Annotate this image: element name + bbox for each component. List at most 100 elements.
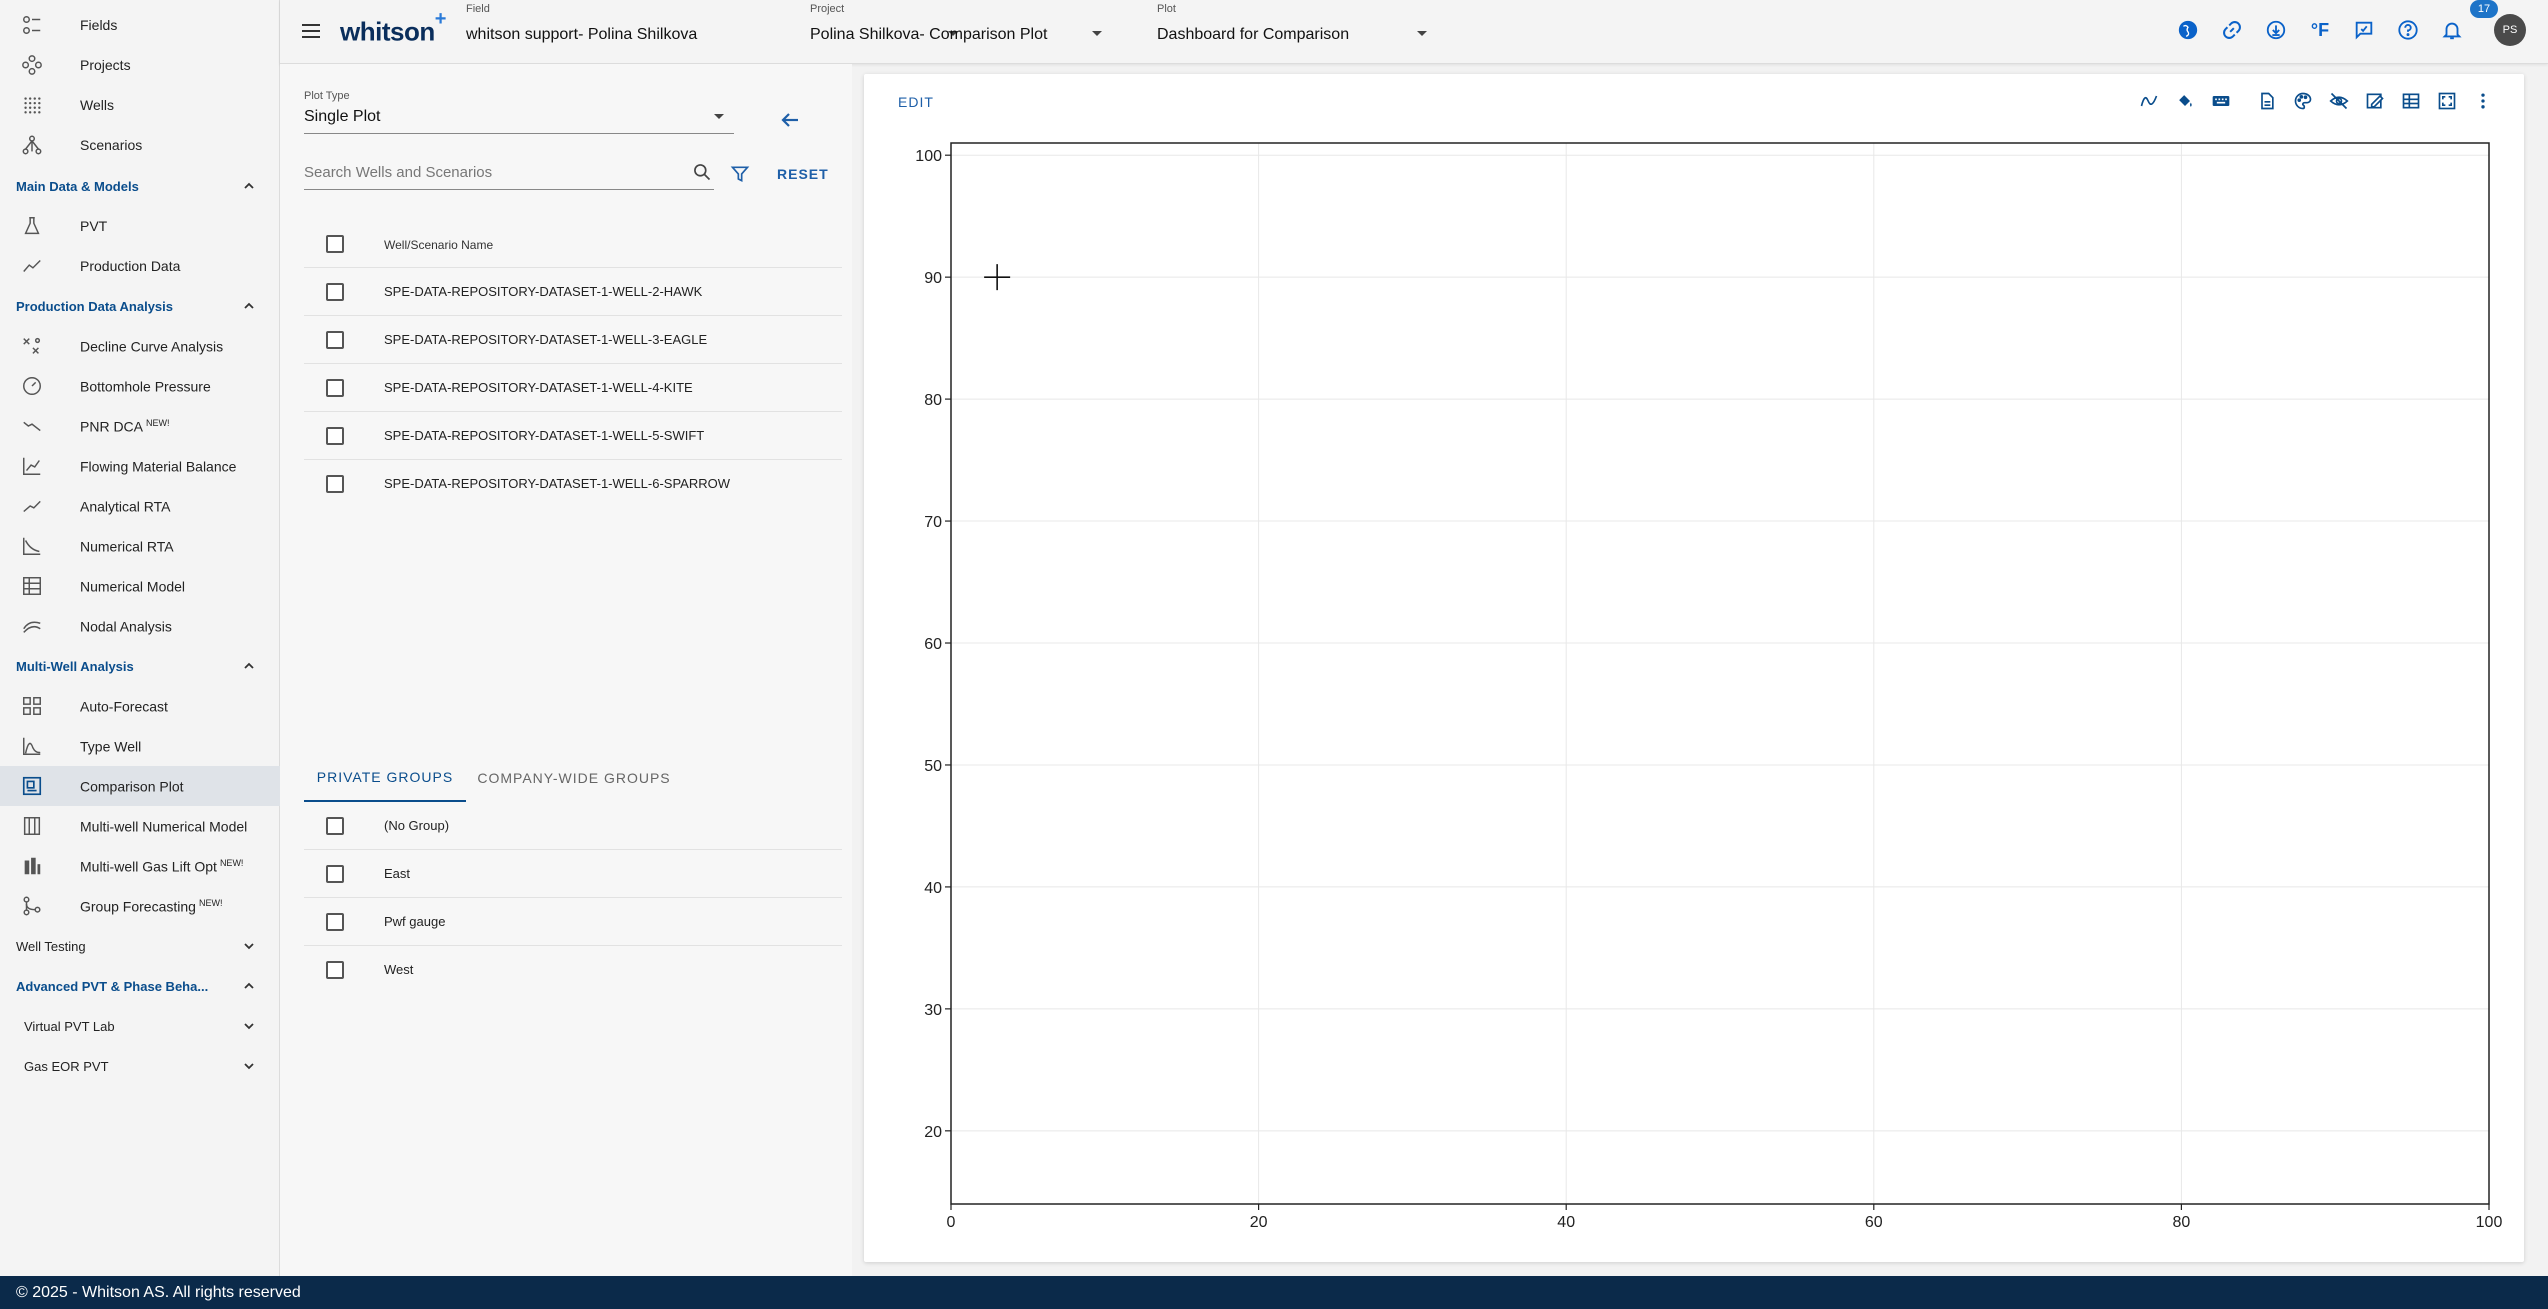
- hide-icon[interactable]: [2326, 88, 2352, 114]
- sidebar-item-analytical-rta[interactable]: Analytical RTA: [0, 486, 280, 526]
- sidebar-item-bottomhole-pressure[interactable]: Bottomhole Pressure: [0, 366, 280, 406]
- sidebar-item-multiwell-gas-lift-opt[interactable]: Multi-well Gas Lift Opt NEW!: [0, 846, 280, 886]
- sidebar-item-pvt[interactable]: PVT: [0, 206, 280, 246]
- tab-private-groups[interactable]: PRIVATE GROUPS: [304, 754, 466, 802]
- sidebar-item-gas-eor-pvt[interactable]: Gas EOR PVT: [0, 1048, 280, 1084]
- group-checkbox[interactable]: [326, 961, 344, 979]
- sidebar-item-nodal-analysis[interactable]: Nodal Analysis: [0, 606, 280, 646]
- sidebar-item-fields[interactable]: Fields: [0, 5, 280, 45]
- y-tick-label: 70: [924, 514, 942, 531]
- keyboard-icon[interactable]: [2208, 88, 2234, 114]
- feedback-icon[interactable]: [2350, 16, 2378, 44]
- more-vert-icon[interactable]: [2470, 88, 2496, 114]
- row-checkbox[interactable]: [326, 331, 344, 349]
- plot-value: Dashboard for Comparison: [1157, 26, 1350, 43]
- table-row[interactable]: SPE-DATA-REPOSITORY-DATASET-1-WELL-2-HAW…: [304, 268, 842, 316]
- palette-icon[interactable]: [2290, 88, 2316, 114]
- plot-caption: Plot: [1157, 3, 1176, 15]
- group-name: Pwf gauge: [384, 914, 446, 929]
- table-row[interactable]: SPE-DATA-REPOSITORY-DATASET-1-WELL-6-SPA…: [304, 460, 842, 508]
- plot-select[interactable]: Plot Dashboard for Comparison: [1157, 0, 1437, 64]
- sidebar-item-flowing-material-balance[interactable]: Flowing Material Balance: [0, 446, 280, 486]
- flask-icon: [20, 214, 44, 238]
- table-row[interactable]: SPE-DATA-REPOSITORY-DATASET-1-WELL-5-SWI…: [304, 412, 842, 460]
- document-icon[interactable]: [2254, 88, 2280, 114]
- sidebar-item-projects[interactable]: Projects: [0, 45, 280, 85]
- annotate-icon[interactable]: [2362, 88, 2388, 114]
- fill-icon[interactable]: [2172, 88, 2198, 114]
- sidebar-item-wells[interactable]: Wells: [0, 85, 280, 125]
- gauge-icon: [20, 374, 44, 398]
- well-name: SPE-DATA-REPOSITORY-DATASET-1-WELL-6-SPA…: [384, 476, 731, 491]
- group-row[interactable]: West: [304, 946, 842, 994]
- row-checkbox[interactable]: [326, 283, 344, 301]
- arrow-left-icon[interactable]: [778, 108, 802, 132]
- line-chart-icon: [20, 254, 44, 278]
- group-name: West: [384, 962, 414, 977]
- section-main-data[interactable]: Main Data & Models: [0, 168, 280, 204]
- sidebar-item-numerical-rta[interactable]: Numerical RTA: [0, 526, 280, 566]
- sidebar-item-decline-curve-analysis[interactable]: Decline Curve Analysis: [0, 326, 280, 366]
- section-label: Advanced PVT & Phase Beha...: [16, 978, 209, 994]
- section-multi-well-analysis[interactable]: Multi-Well Analysis: [0, 648, 280, 684]
- y-tick-label: 80: [924, 392, 942, 409]
- search-input[interactable]: [304, 156, 674, 188]
- hamburger-menu-icon[interactable]: [300, 20, 322, 42]
- globe-icon[interactable]: [2174, 16, 2202, 44]
- group-checkbox[interactable]: [326, 865, 344, 883]
- tab-company-wide-groups[interactable]: COMPANY-WIDE GROUPS: [474, 754, 674, 802]
- fit-icon[interactable]: [2434, 88, 2460, 114]
- sidebar-item-virtual-pvt-lab[interactable]: Virtual PVT Lab: [0, 1008, 280, 1044]
- group-row[interactable]: Pwf gauge: [304, 898, 842, 946]
- sidebar-item-group-forecasting[interactable]: Group Forecasting NEW!: [0, 886, 280, 926]
- sidebar-item-label: Fields: [80, 17, 118, 33]
- filter-icon[interactable]: [730, 164, 750, 184]
- section-production-data-analysis[interactable]: Production Data Analysis: [0, 288, 280, 324]
- section-advanced-pvt[interactable]: Advanced PVT & Phase Beha...: [0, 968, 280, 1004]
- sidebar-item-production-data[interactable]: Production Data: [0, 246, 280, 286]
- plot-type-select[interactable]: Plot Type Single Plot: [304, 90, 734, 134]
- reset-button[interactable]: RESET: [777, 166, 829, 182]
- whitson-logo[interactable]: whitson+: [340, 8, 446, 48]
- group-row[interactable]: East: [304, 850, 842, 898]
- comparison-plot[interactable]: 0 20 40 60 80 100 20 30 40 50 60 70 80 90 100: [864, 74, 2524, 1262]
- sidebar-item-type-well[interactable]: Type Well: [0, 726, 280, 766]
- group-forecast-icon: [20, 894, 44, 918]
- chevron-up-icon: [244, 982, 254, 989]
- table-row[interactable]: SPE-DATA-REPOSITORY-DATASET-1-WELL-4-KIT…: [304, 364, 842, 412]
- select-all-checkbox[interactable]: [326, 235, 344, 253]
- bell-icon[interactable]: [2438, 16, 2466, 44]
- fahrenheit-icon[interactable]: °F: [2306, 16, 2334, 44]
- help-icon[interactable]: [2394, 16, 2422, 44]
- row-checkbox[interactable]: [326, 475, 344, 493]
- user-avatar[interactable]: PS: [2494, 14, 2526, 46]
- project-select[interactable]: Project Polina Shilkova- Comparison Plot: [810, 0, 1110, 64]
- edit-button[interactable]: EDIT: [898, 94, 934, 110]
- link-icon[interactable]: [2218, 16, 2246, 44]
- group-checkbox[interactable]: [326, 913, 344, 931]
- sidebar-item-numerical-model[interactable]: Numerical Model: [0, 566, 280, 606]
- sidebar-item-pnr-dca[interactable]: PNR DCA NEW!: [0, 406, 280, 446]
- group-row[interactable]: (No Group): [304, 802, 842, 850]
- section-well-testing[interactable]: Well Testing: [0, 928, 280, 964]
- y-tick-label: 20: [924, 1124, 942, 1141]
- sidebar-item-comparison-plot[interactable]: Comparison Plot: [0, 766, 280, 806]
- row-checkbox[interactable]: [326, 379, 344, 397]
- table-icon[interactable]: [2398, 88, 2424, 114]
- table-row[interactable]: SPE-DATA-REPOSITORY-DATASET-1-WELL-3-EAG…: [304, 316, 842, 364]
- row-checkbox[interactable]: [326, 427, 344, 445]
- group-checkbox[interactable]: [326, 817, 344, 835]
- group-name: East: [384, 866, 411, 881]
- sidebar-item-auto-forecast[interactable]: Auto-Forecast: [0, 686, 280, 726]
- field-select[interactable]: Field whitson support- Polina Shilkova: [466, 0, 958, 64]
- projects-icon: [20, 53, 44, 77]
- x-tick-label: 40: [1557, 1214, 1575, 1231]
- sidebar-item-multiwell-numerical-model[interactable]: Multi-well Numerical Model: [0, 806, 280, 846]
- fields-icon: [20, 13, 44, 37]
- search-icon[interactable]: [692, 162, 712, 182]
- y-tick-label: 40: [924, 880, 942, 897]
- curve-icon[interactable]: [2136, 88, 2162, 114]
- sidebar-item-scenarios[interactable]: Scenarios: [0, 125, 280, 165]
- download-icon[interactable]: [2262, 16, 2290, 44]
- top-bar: whitson+ Field whitson support- Polina S…: [280, 0, 2548, 64]
